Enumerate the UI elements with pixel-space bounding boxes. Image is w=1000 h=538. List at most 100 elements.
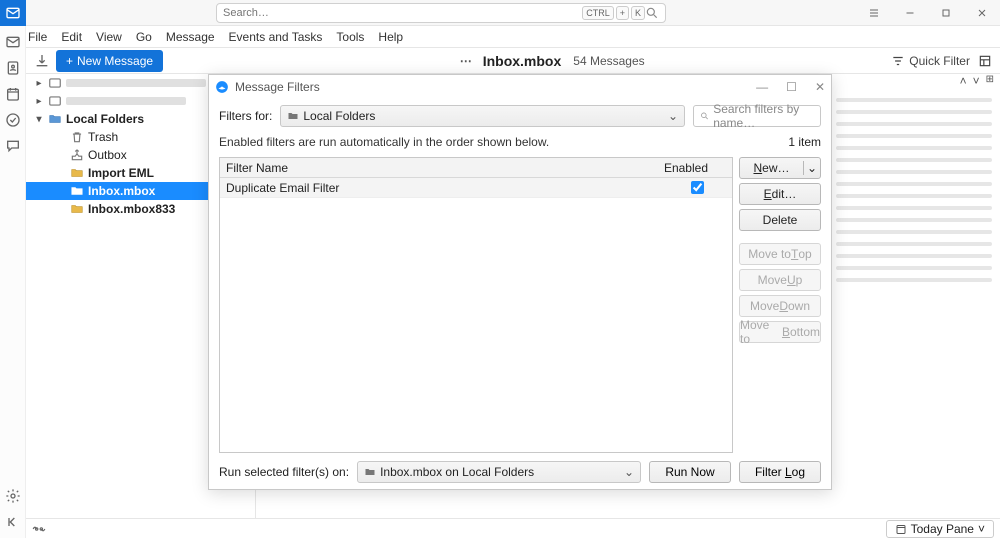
move-down-button[interactable]: Move Down [739, 295, 821, 317]
collapse-rail-icon[interactable] [5, 514, 21, 530]
plus-icon: + [66, 54, 73, 68]
global-search[interactable]: CTRL + K [216, 3, 666, 23]
folder-icon [364, 466, 376, 478]
move-bottom-button[interactable]: Move to Bottom [739, 321, 821, 343]
trash-icon [70, 130, 84, 144]
run-on-combo[interactable]: Inbox.mbox on Local Folders ⌄ [357, 461, 641, 483]
settings-icon[interactable] [5, 488, 21, 504]
redacted-account-2 [66, 97, 186, 105]
caret-down-icon[interactable]: ˅ [973, 74, 980, 88]
dialog-close-button[interactable]: ✕ [815, 80, 825, 94]
tasks-space-icon[interactable] [5, 112, 21, 128]
filters-hint: Enabled filters are run automatically in… [219, 135, 549, 149]
menu-tools[interactable]: Tools [336, 30, 364, 44]
new-filter-button[interactable]: New… ⌄ [739, 157, 821, 179]
menubar: File Edit View Go Message Events and Tas… [0, 26, 1000, 48]
inbox-mbox-label: Inbox.mbox [88, 184, 155, 198]
local-folders-label: Local Folders [66, 112, 144, 126]
import-eml-label: Import EML [88, 166, 154, 180]
move-top-button[interactable]: Move to Top [739, 243, 821, 265]
hamburger-menu[interactable] [856, 0, 892, 26]
mail-app-icon[interactable] [0, 0, 26, 26]
minimize-button[interactable] [892, 0, 928, 26]
edit-filter-button[interactable]: Edit… [739, 183, 821, 205]
filter-enabled-checkbox[interactable] [691, 181, 704, 194]
kbd-plus: + [616, 6, 629, 20]
move-up-button[interactable]: Move Up [739, 269, 821, 291]
filter-row[interactable]: Duplicate Email Filter [220, 178, 732, 198]
mail-account-icon [48, 94, 62, 108]
inbox-mbox833-label: Inbox.mbox833 [88, 202, 175, 216]
chevron-down-icon: ⌄ [668, 109, 678, 123]
new-message-button[interactable]: + New Message [56, 50, 163, 72]
kbd-hint: CTRL [582, 6, 614, 20]
menu-edit[interactable]: Edit [61, 30, 82, 44]
search-icon [645, 6, 659, 20]
filter-row-name: Duplicate Email Filter [226, 181, 339, 195]
toolbar: + New Message ⋯ Inbox.mbox 54 Messages Q… [26, 48, 1000, 74]
dialog-minimize-button[interactable]: — [756, 80, 768, 94]
caret-up-icon[interactable]: ˄ [960, 74, 967, 88]
quick-filter-button[interactable]: Quick Filter [891, 54, 970, 68]
run-target-value: Inbox.mbox on Local Folders [380, 465, 534, 479]
message-count: 54 Messages [573, 54, 644, 68]
col-enabled[interactable]: Enabled [664, 161, 708, 175]
chevron-down-icon[interactable]: ⌄ [804, 161, 820, 175]
dialog-titlebar: Message Filters — ☐ ✕ [209, 75, 831, 99]
menu-help[interactable]: Help [378, 30, 403, 44]
grid-icon[interactable]: ⊞ [986, 74, 994, 88]
col-name[interactable]: Filter Name [226, 161, 288, 175]
quick-filter-label: Quick Filter [909, 54, 970, 68]
message-list-ghost [836, 90, 992, 290]
titlebar: CTRL + K [0, 0, 1000, 26]
search-icon [700, 110, 709, 122]
today-pane-button[interactable]: Today Pane ˅ [886, 520, 994, 538]
calendar-space-icon[interactable] [5, 86, 21, 102]
new-rest: ew… [762, 161, 789, 175]
filter-list-header: Filter Name Enabled [220, 158, 732, 178]
run-on-label: Run selected filter(s) on: [219, 465, 349, 479]
filter-buttons: New… ⌄ Edit… Delete Move to Top Move Up … [739, 157, 821, 453]
search-filters-input[interactable]: Search filters by name… [693, 105, 821, 127]
get-messages-icon[interactable] [34, 53, 50, 69]
menu-go[interactable]: Go [136, 30, 152, 44]
collapse-panes: ˄ ˅ ⊞ [960, 74, 994, 88]
filter-list: Filter Name Enabled Duplicate Email Filt… [219, 157, 733, 453]
more-actions-button[interactable]: ⋯ [460, 54, 473, 68]
folder-title: Inbox.mbox [483, 53, 562, 69]
filters-for-combo[interactable]: Local Folders ⌄ [280, 105, 685, 127]
mail-account-icon [48, 76, 62, 90]
today-pane-label: Today Pane [911, 522, 974, 536]
items-count: 1 item [788, 135, 821, 149]
mail-space-icon[interactable] [5, 34, 21, 50]
addressbook-space-icon[interactable] [5, 60, 21, 76]
menu-message[interactable]: Message [166, 30, 215, 44]
folder-icon [70, 166, 84, 180]
folder-icon [70, 184, 84, 198]
statusbar: Today Pane ˅ [26, 518, 1000, 538]
new-message-label: New Message [77, 54, 153, 68]
calendar-icon [895, 523, 907, 535]
global-search-input[interactable] [223, 7, 580, 19]
layout-icon[interactable] [978, 54, 992, 68]
folder-icon [287, 110, 299, 122]
chat-space-icon[interactable] [5, 138, 21, 154]
menu-events-tasks[interactable]: Events and Tasks [229, 30, 323, 44]
menu-file[interactable]: File [28, 30, 47, 44]
run-now-button[interactable]: Run Now [649, 461, 731, 483]
filter-sliders-icon [891, 54, 905, 68]
menu-view[interactable]: View [96, 30, 122, 44]
search-filters-placeholder: Search filters by name… [713, 102, 814, 130]
message-filters-dialog: Message Filters — ☐ ✕ Filters for: Local… [208, 74, 832, 490]
dialog-title: Message Filters [235, 80, 320, 94]
dialog-maximize-button[interactable]: ☐ [786, 80, 797, 94]
chevron-down-icon: ˅ [978, 522, 985, 536]
filter-log-button[interactable]: Filter Log [739, 461, 821, 483]
delete-filter-button[interactable]: Delete [739, 209, 821, 231]
close-button[interactable] [964, 0, 1000, 26]
folder-icon [48, 112, 62, 126]
kbd-hint2: K [631, 6, 645, 20]
sync-status-icon[interactable] [32, 522, 46, 536]
maximize-button[interactable] [928, 0, 964, 26]
filters-for-label: Filters for: [219, 109, 272, 123]
